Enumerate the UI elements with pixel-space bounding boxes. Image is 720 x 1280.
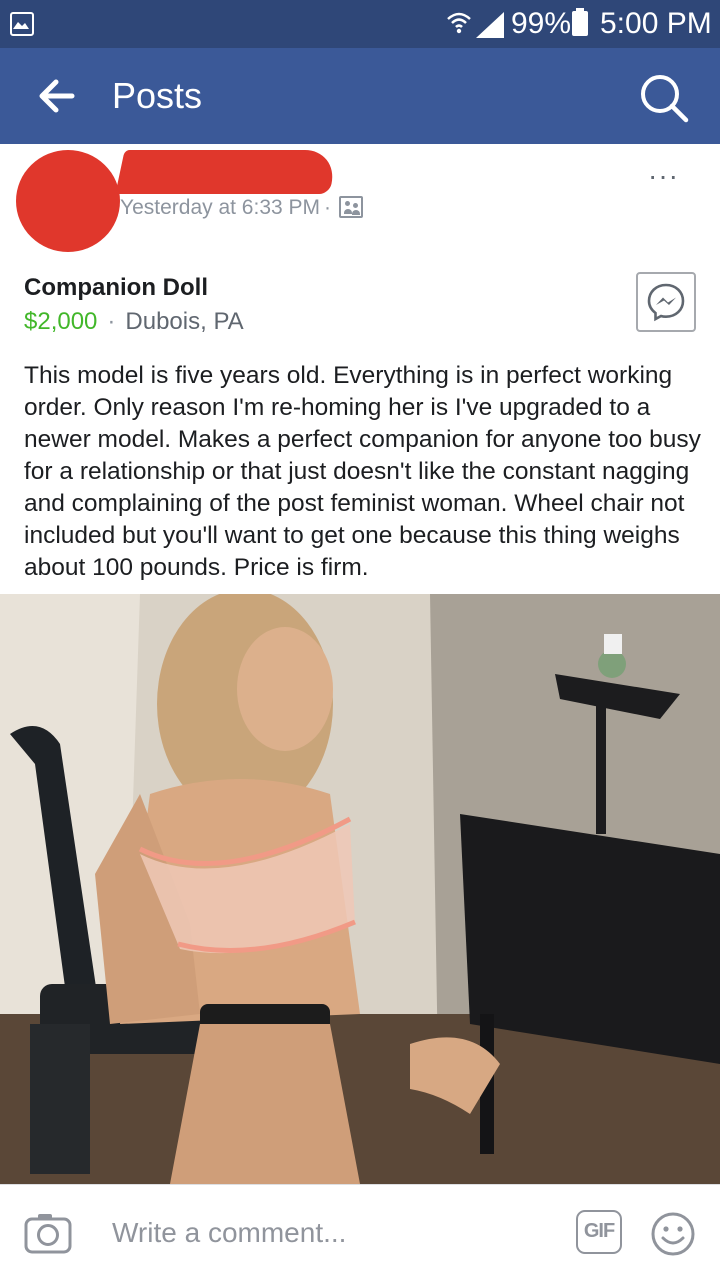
comment-bar: Write a comment... GIF (0, 1184, 720, 1280)
message-seller-button[interactable] (636, 272, 696, 332)
listing-subtitle: $2,000 · Dubois, PA (24, 306, 244, 338)
search-icon[interactable] (638, 72, 690, 124)
photo-illustration (0, 594, 720, 1184)
gallery-notification-icon (10, 12, 34, 36)
audience-icon (339, 196, 364, 218)
post-meta: Yesterday at 6:33 PM · (120, 194, 364, 222)
post-header: Yesterday at 6:33 PM · ··· (0, 144, 720, 254)
post-timestamp[interactable]: Yesterday at 6:33 PM (120, 196, 320, 219)
battery-percent: 99% (511, 7, 572, 40)
status-bar: 99% 5:00 PM (0, 0, 720, 48)
signal-icon (476, 12, 504, 38)
emoji-icon[interactable] (650, 1211, 696, 1257)
listing-separator: · (107, 308, 116, 335)
gif-button[interactable]: GIF (576, 1210, 622, 1254)
meta-separator: · (324, 196, 332, 219)
avatar[interactable] (16, 150, 120, 252)
more-options-button[interactable]: ··· (648, 162, 679, 190)
author-name-redacted[interactable] (115, 150, 339, 194)
listing-title: Companion Doll (24, 274, 208, 301)
app-bar: Posts (0, 48, 720, 144)
clock: 5:00 PM (600, 7, 712, 40)
listing-photo[interactable] (0, 594, 720, 1184)
page-title: Posts (112, 75, 203, 116)
comment-input[interactable]: Write a comment... (112, 1215, 346, 1251)
listing-description: This model is five years old. Everything… (24, 362, 701, 581)
listing-location: Dubois, PA (125, 308, 244, 335)
wifi-icon (447, 12, 471, 34)
back-arrow-icon[interactable] (36, 76, 76, 116)
camera-icon[interactable] (24, 1211, 72, 1255)
messenger-icon (647, 283, 685, 322)
listing-price: $2,000 (24, 308, 98, 335)
battery-icon (572, 8, 588, 36)
